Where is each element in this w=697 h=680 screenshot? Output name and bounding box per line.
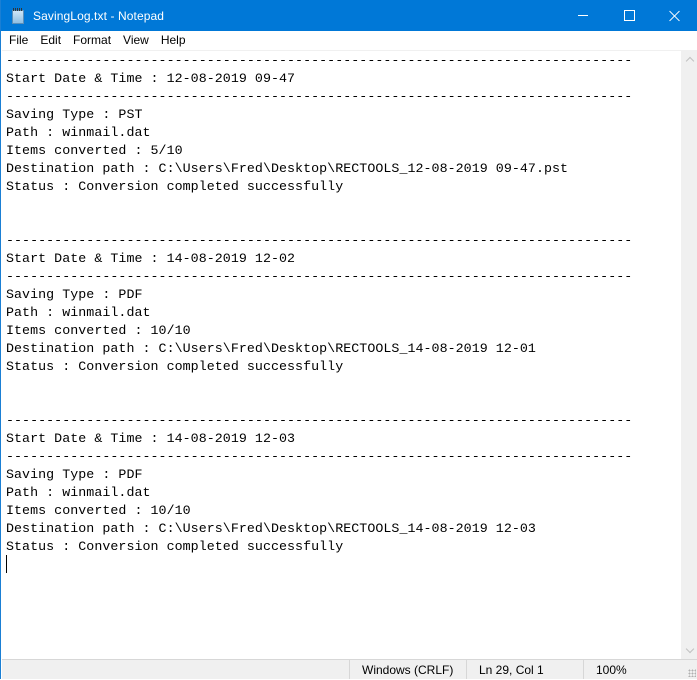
resize-grip-icon[interactable]: [688, 669, 696, 677]
text-line: [6, 376, 632, 394]
menu-help[interactable]: Help: [155, 31, 192, 50]
text-line: [6, 214, 632, 232]
notepad-window: SavingLog.txt - Notepad File Edit Format…: [0, 0, 697, 679]
zoom-status: 100%: [583, 660, 683, 679]
scroll-up-button[interactable]: [681, 51, 697, 68]
text-line: Start Date & Time : 14-08-2019 12-03: [6, 431, 296, 446]
text-editor[interactable]: ----------------------------------------…: [2, 51, 681, 659]
maximize-button[interactable]: [606, 0, 652, 31]
close-icon: [669, 10, 681, 22]
text-line: Start Date & Time : 12-08-2019 09-47: [6, 71, 296, 86]
menu-bar: File Edit Format View Help: [2, 31, 697, 50]
text-line: Items converted : 10/10: [6, 323, 191, 338]
minimize-button[interactable]: [560, 0, 606, 31]
chevron-down-icon: [685, 644, 694, 654]
window-title: SavingLog.txt - Notepad: [33, 8, 165, 23]
text-line: Path : winmail.dat: [6, 485, 151, 500]
text-line: Destination path : C:\Users\Fred\Desktop…: [6, 161, 569, 176]
text-line: Status : Conversion completed successful…: [6, 359, 344, 374]
text-line: Destination path : C:\Users\Fred\Desktop…: [6, 521, 536, 536]
text-line: Start Date & Time : 14-08-2019 12-02: [6, 251, 296, 266]
text-line: [6, 556, 632, 574]
caption-buttons: [560, 0, 697, 31]
text-line: Items converted : 10/10: [6, 503, 191, 518]
menu-format[interactable]: Format: [67, 31, 117, 50]
text-line: ----------------------------------------…: [6, 53, 633, 68]
text-line: [6, 394, 632, 412]
text-line: Items converted : 5/10: [6, 143, 183, 158]
text-line: Path : winmail.dat: [6, 305, 151, 320]
text-line: ----------------------------------------…: [6, 233, 633, 248]
text-line: Status : Conversion completed successful…: [6, 539, 344, 554]
text-line: [6, 196, 632, 214]
text-line: Saving Type : PDF: [6, 467, 143, 482]
line-ending-status: Windows (CRLF): [349, 660, 466, 679]
text-line: ----------------------------------------…: [6, 449, 633, 464]
menu-edit[interactable]: Edit: [34, 31, 67, 50]
editor-content[interactable]: ----------------------------------------…: [6, 52, 632, 574]
cursor-position-status: Ln 29, Col 1: [466, 660, 583, 679]
text-line: Status : Conversion completed successful…: [6, 179, 344, 194]
status-bar: Windows (CRLF) Ln 29, Col 1 100%: [2, 659, 697, 679]
title-bar[interactable]: SavingLog.txt - Notepad: [1, 0, 697, 31]
text-line: ----------------------------------------…: [6, 89, 633, 104]
text-line: ----------------------------------------…: [6, 413, 633, 428]
text-line: Saving Type : PDF: [6, 287, 143, 302]
text-caret: [6, 555, 7, 573]
scroll-down-button[interactable]: [681, 642, 697, 659]
chevron-up-icon: [685, 56, 694, 66]
notepad-icon: [10, 7, 26, 24]
menu-file[interactable]: File: [2, 31, 34, 50]
maximize-icon: [623, 10, 635, 21]
text-line: Destination path : C:\Users\Fred\Desktop…: [6, 341, 536, 356]
minimize-icon: [578, 15, 588, 16]
text-line: Path : winmail.dat: [6, 125, 151, 140]
text-line: Saving Type : PST: [6, 107, 143, 122]
text-line: ----------------------------------------…: [6, 269, 633, 284]
menu-view[interactable]: View: [117, 31, 155, 50]
vertical-scrollbar[interactable]: [681, 51, 697, 659]
close-button[interactable]: [652, 0, 697, 31]
